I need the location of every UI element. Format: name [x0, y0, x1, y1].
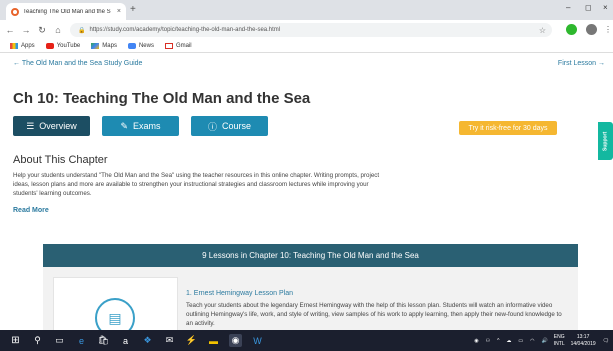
info-icon: ⓘ: [207, 121, 217, 132]
region-label: INTL: [553, 340, 565, 347]
tab-overview[interactable]: ☰ Overview: [13, 116, 90, 136]
address-bar-url: https://study.com/academy/topic/teaching…: [89, 27, 281, 33]
apps-grid-icon: [10, 43, 18, 49]
edge-icon[interactable]: e: [75, 334, 88, 347]
reload-icon[interactable]: ↻: [36, 25, 48, 36]
tab-label: Overview: [39, 121, 77, 131]
chrome-tray-icon[interactable]: ◉: [474, 338, 478, 344]
address-bar[interactable]: 🔒 https://study.com/academy/topic/teachi…: [70, 23, 552, 37]
chapter-prefix: Ch 10:: [13, 90, 59, 107]
bookmark-label: Apps: [21, 43, 35, 49]
lesson-description: Teach your students about the legendary …: [186, 302, 562, 327]
windows-start-icon[interactable]: ⊞: [9, 334, 22, 347]
close-window-button[interactable]: ×: [603, 3, 608, 12]
mail-icon[interactable]: ✉: [163, 334, 176, 347]
back-icon[interactable]: ←: [4, 25, 16, 35]
wifi-icon[interactable]: ◠: [530, 338, 534, 344]
bookmark-youtube[interactable]: YouTube: [45, 43, 81, 49]
lock-icon: 🔒: [78, 27, 86, 34]
cloud-icon[interactable]: ☁: [506, 338, 511, 344]
date-label: 14/04/2019: [570, 340, 596, 347]
amazon-icon[interactable]: a: [119, 334, 132, 347]
about-text: Help your students understand "The Old M…: [13, 172, 380, 197]
page-content: ← The Old Man and the Sea Study Guide Fi…: [0, 54, 613, 330]
bookmark-news[interactable]: News: [127, 43, 154, 49]
bookmark-star-icon[interactable]: ☆: [539, 26, 546, 35]
maps-icon: [91, 43, 100, 49]
tab-exams[interactable]: ✎ Exams: [102, 116, 179, 136]
system-tray: ◉ ⚇ ^ ☁ ▭ ◠ 🔊 ENG INTL 13:17 14/04/2019 🗨: [467, 330, 609, 351]
news-icon: [127, 43, 136, 49]
chrome-taskbar-icon[interactable]: ◉: [229, 334, 242, 347]
bookmark-apps[interactable]: Apps: [10, 43, 35, 49]
study-guide-link[interactable]: ← The Old Man and the Sea Study Guide: [13, 60, 142, 67]
read-more-link[interactable]: Read More: [13, 207, 49, 214]
clock[interactable]: 13:17 14/04/2019: [571, 334, 596, 348]
home-icon[interactable]: ⌂: [52, 25, 64, 35]
pencil-icon: ✎: [120, 120, 129, 131]
menu-kebab-icon[interactable]: ⋮: [604, 25, 612, 34]
volume-icon[interactable]: 🔊: [542, 338, 548, 344]
lesson-thumbnail[interactable]: ▤: [53, 277, 178, 330]
app-icon[interactable]: ⚡: [185, 334, 198, 347]
about-heading: About This Chapter: [13, 154, 108, 166]
bookmark-gmail[interactable]: Gmail: [164, 43, 192, 49]
bookmarks-bar: Apps YouTube Maps News Gmail: [0, 40, 613, 53]
youtube-icon: [45, 43, 54, 49]
windows-taskbar: ⊞ ⚲ ▭ e 🛍 a ❖ ✉ ⚡ ▬ ◉ W ◉ ⚇ ^ ☁ ▭ ◠ 🔊 EN…: [0, 330, 613, 351]
page-title: Ch 10: Teaching The Old Man and the Sea: [13, 90, 310, 107]
chapter-title: Teaching The Old Man and the Sea: [63, 90, 311, 107]
extension-icon[interactable]: [566, 24, 577, 35]
list-icon: ☰: [26, 120, 35, 131]
chapter-tabs: ☰ Overview ✎ Exams ⓘ Course: [13, 116, 280, 136]
bookmark-maps[interactable]: Maps: [91, 43, 117, 49]
try-free-button[interactable]: Try it risk-free for 30 days: [459, 121, 557, 135]
support-tab[interactable]: Support: [598, 122, 613, 160]
lang-label: ENG: [553, 333, 565, 340]
browser-tab-title: Teaching The Old Man and the S: [23, 8, 111, 15]
search-icon[interactable]: ⚲: [31, 334, 44, 347]
battery-icon[interactable]: ▭: [518, 338, 523, 344]
close-tab-icon[interactable]: ×: [117, 8, 121, 15]
time-label: 13:17: [576, 333, 590, 340]
notifications-icon[interactable]: 🗨: [603, 338, 609, 344]
bookmark-label: YouTube: [56, 43, 81, 49]
maximize-button[interactable]: ◻: [585, 3, 592, 12]
new-tab-button[interactable]: +: [130, 4, 136, 15]
chevron-up-icon[interactable]: ^: [497, 338, 499, 344]
lesson-list-item: ▤ 1. Ernest Hemingway Lesson Plan Teach …: [43, 267, 578, 330]
minimize-button[interactable]: –: [566, 3, 570, 12]
bookmark-label: Gmail: [175, 43, 192, 49]
lessons-header: 9 Lessons in Chapter 10: Teaching The Ol…: [43, 244, 578, 267]
bookmark-label: News: [138, 43, 154, 49]
gmail-icon: [164, 43, 173, 49]
first-lesson-link[interactable]: First Lesson →: [558, 60, 605, 67]
browser-tab[interactable]: Teaching The Old Man and the S ×: [6, 3, 126, 20]
word-icon[interactable]: W: [251, 334, 264, 347]
file-explorer-icon[interactable]: ▬: [207, 334, 220, 347]
document-icon: ▤: [95, 298, 135, 330]
forward-icon[interactable]: →: [20, 25, 32, 35]
task-view-icon[interactable]: ▭: [53, 334, 66, 347]
study-favicon-icon: [11, 7, 19, 16]
browser-toolbar: ← → ↻ ⌂ 🔒 https://study.com/academy/topi…: [0, 20, 613, 40]
browser-tab-strip: Teaching The Old Man and the S × + – ◻ ×: [0, 0, 613, 20]
tab-label: Course: [222, 121, 252, 131]
people-icon[interactable]: ⚇: [486, 338, 490, 344]
profile-avatar[interactable]: [586, 24, 597, 35]
store-icon[interactable]: 🛍: [97, 334, 110, 347]
bookmark-label: Maps: [102, 43, 117, 49]
tab-course[interactable]: ⓘ Course: [191, 116, 268, 136]
tab-label: Exams: [133, 121, 161, 131]
lesson-title-link[interactable]: 1. Ernest Hemingway Lesson Plan: [186, 290, 293, 297]
dropbox-icon[interactable]: ❖: [141, 334, 154, 347]
language-indicator[interactable]: ENG INTL: [554, 334, 565, 348]
